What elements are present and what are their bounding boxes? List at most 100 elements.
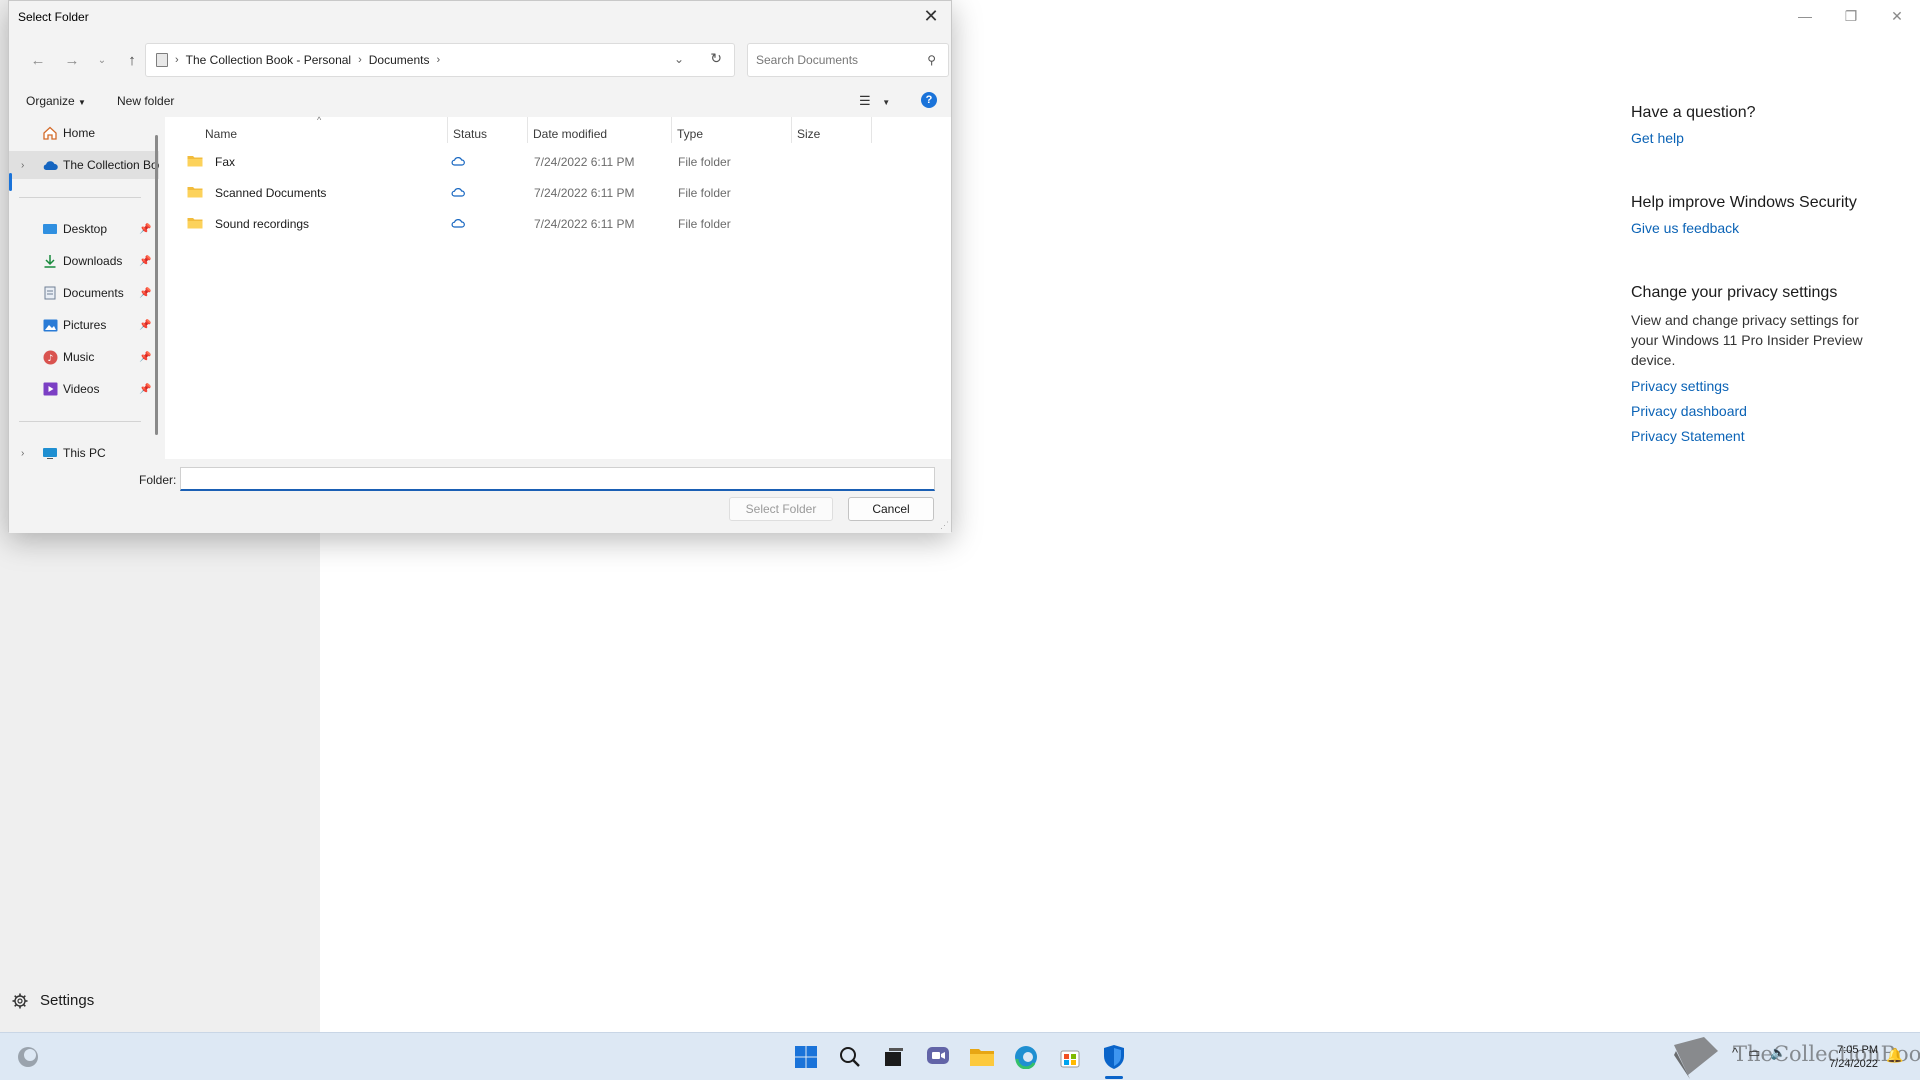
nav-divider xyxy=(19,197,141,198)
privacy-dashboard-link[interactable]: Privacy dashboard xyxy=(1631,403,1871,419)
nav-scrollbar[interactable] xyxy=(155,135,158,435)
file-date: 7/24/2022 6:11 PM xyxy=(534,155,635,169)
column-size[interactable]: Size xyxy=(791,121,871,145)
column-divider[interactable] xyxy=(871,117,872,143)
up-button[interactable]: ↑ xyxy=(121,49,143,71)
arrow-up-icon: ↑ xyxy=(128,51,136,69)
file-row[interactable]: Fax 7/24/2022 6:11 PM File folder xyxy=(165,147,951,177)
settings-label: Settings xyxy=(40,992,95,1009)
restore-button[interactable]: ❐ xyxy=(1828,4,1874,28)
nav-label: This PC xyxy=(63,446,106,459)
address-bar[interactable]: › The Collection Book - Personal › Docum… xyxy=(145,43,735,77)
navigation-row: ← → ⌄ ↑ › The Collection Book - Personal… xyxy=(9,41,951,77)
search-box[interactable]: Search Documents ⚲ xyxy=(747,43,949,77)
settings-nav-item[interactable]: Settings xyxy=(12,992,94,1009)
question-section: Have a question? Get help xyxy=(1631,104,1871,146)
nav-item-this-pc[interactable]: › This PC xyxy=(9,439,159,459)
clock[interactable]: 7:05 PM 7/24/2022 xyxy=(1808,1043,1878,1071)
notification-icon[interactable]: 🔔 xyxy=(1886,1047,1903,1064)
file-list: ^ Name Status Date modified Type Size Fa… xyxy=(165,115,951,459)
resize-grip-icon[interactable]: ⋰ xyxy=(940,520,949,531)
file-date: 7/24/2022 6:11 PM xyxy=(534,186,635,200)
cancel-button[interactable]: Cancel xyxy=(848,497,934,521)
privacy-settings-link[interactable]: Privacy settings xyxy=(1631,378,1871,394)
dialog-close-button[interactable]: ✕ xyxy=(917,4,945,28)
folder-input[interactable] xyxy=(180,467,935,491)
search-icon[interactable] xyxy=(836,1043,864,1071)
search-placeholder: Search Documents xyxy=(756,53,859,67)
search-icon: ⚲ xyxy=(927,53,936,67)
get-help-link[interactable]: Get help xyxy=(1631,130,1871,146)
widgets-icon[interactable] xyxy=(14,1043,42,1071)
file-type: File folder xyxy=(678,217,731,231)
store-icon[interactable] xyxy=(1056,1043,1084,1071)
column-status[interactable]: Status xyxy=(447,121,527,145)
nav-item-videos[interactable]: Videos 📌 xyxy=(9,375,159,403)
nav-item-documents[interactable]: Documents 📌 xyxy=(9,279,159,307)
section-heading: Help improve Windows Security xyxy=(1631,194,1857,211)
pin-icon[interactable]: 📌 xyxy=(139,352,151,363)
volume-icon[interactable]: 🔈 xyxy=(1770,1045,1786,1061)
chevron-right-icon[interactable]: › xyxy=(21,160,24,171)
computer-icon xyxy=(42,446,58,459)
new-folder-button[interactable]: New folder xyxy=(117,94,174,108)
start-icon[interactable] xyxy=(792,1043,820,1071)
breadcrumb-documents[interactable]: Documents xyxy=(369,53,430,67)
back-button[interactable]: ← xyxy=(27,49,49,71)
recent-locations-button[interactable]: ⌄ xyxy=(91,49,113,71)
clock-date: 7/24/2022 xyxy=(1829,1058,1878,1070)
organize-button[interactable]: Organize ▼ xyxy=(26,94,86,108)
nav-item-downloads[interactable]: Downloads 📌 xyxy=(9,247,159,275)
forward-button[interactable]: → xyxy=(61,49,83,71)
refresh-icon[interactable]: ↻ xyxy=(710,50,722,67)
pin-icon[interactable]: 📌 xyxy=(139,320,151,331)
minimize-button[interactable]: — xyxy=(1782,4,1828,28)
column-type[interactable]: Type xyxy=(671,121,791,145)
feedback-section: Help improve Windows Security Give us fe… xyxy=(1631,194,1871,236)
cloud-outline-icon xyxy=(451,188,465,197)
privacy-statement-link[interactable]: Privacy Statement xyxy=(1631,428,1871,444)
arrow-left-icon: ← xyxy=(30,51,46,69)
chevron-right-icon: › xyxy=(436,54,441,66)
nav-item-desktop[interactable]: Desktop 📌 xyxy=(9,215,159,243)
chat-icon[interactable] xyxy=(924,1043,952,1071)
breadcrumb-onedrive[interactable]: The Collection Book - Personal xyxy=(186,53,351,67)
organize-label: Organize xyxy=(26,94,75,108)
folder-label: Folder: xyxy=(139,473,177,487)
pin-icon[interactable]: 📌 xyxy=(139,384,151,395)
file-explorer-icon[interactable] xyxy=(968,1043,996,1071)
nav-item-music[interactable]: ♪ Music 📌 xyxy=(9,343,159,371)
pin-icon[interactable]: 📌 xyxy=(139,224,151,235)
address-dropdown-icon[interactable]: ⌄ xyxy=(674,52,684,66)
feedback-link[interactable]: Give us feedback xyxy=(1631,220,1871,236)
nav-item-onedrive[interactable]: › The Collection Book - Personal xyxy=(9,151,159,179)
chevron-right-icon[interactable]: › xyxy=(21,448,24,459)
column-date-modified[interactable]: Date modified xyxy=(527,121,671,145)
select-folder-button[interactable]: Select Folder xyxy=(729,497,833,521)
download-icon xyxy=(42,254,58,268)
chevron-right-icon: › xyxy=(358,54,362,66)
task-view-icon[interactable] xyxy=(880,1043,908,1071)
nav-item-pictures[interactable]: Pictures 📌 xyxy=(9,311,159,339)
taskbar: TheCollectionBook ^ ▭ 🔈 7:05 PM 7/24/202… xyxy=(0,1032,1920,1080)
file-row[interactable]: Scanned Documents 7/24/2022 6:11 PM File… xyxy=(165,178,951,208)
edge-icon[interactable] xyxy=(1012,1043,1040,1071)
pin-icon[interactable]: 📌 xyxy=(139,288,151,299)
file-type: File folder xyxy=(678,155,731,169)
pin-icon[interactable]: 📌 xyxy=(139,256,151,267)
nav-item-home[interactable]: Home xyxy=(9,119,159,147)
active-app-indicator xyxy=(1105,1076,1123,1079)
shield-icon[interactable] xyxy=(1100,1043,1128,1071)
help-icon[interactable]: ? xyxy=(921,92,937,108)
file-date: 7/24/2022 6:11 PM xyxy=(534,217,635,231)
column-name[interactable]: Name xyxy=(199,121,439,145)
network-icon[interactable]: ▭ xyxy=(1748,1045,1760,1061)
folder-icon xyxy=(187,218,203,229)
chevron-up-icon[interactable]: ^ xyxy=(1732,1045,1738,1061)
help-panel: Have a question? Get help Help improve W… xyxy=(1631,104,1871,492)
close-window-button[interactable]: ✕ xyxy=(1874,4,1920,28)
view-options-button[interactable]: ☰ ▼ xyxy=(859,93,890,109)
close-icon: ✕ xyxy=(923,5,939,26)
dialog-toolbar: Organize ▼ New folder ☰ ▼ ? xyxy=(9,91,951,113)
file-row[interactable]: Sound recordings 7/24/2022 6:11 PM File … xyxy=(165,209,951,239)
